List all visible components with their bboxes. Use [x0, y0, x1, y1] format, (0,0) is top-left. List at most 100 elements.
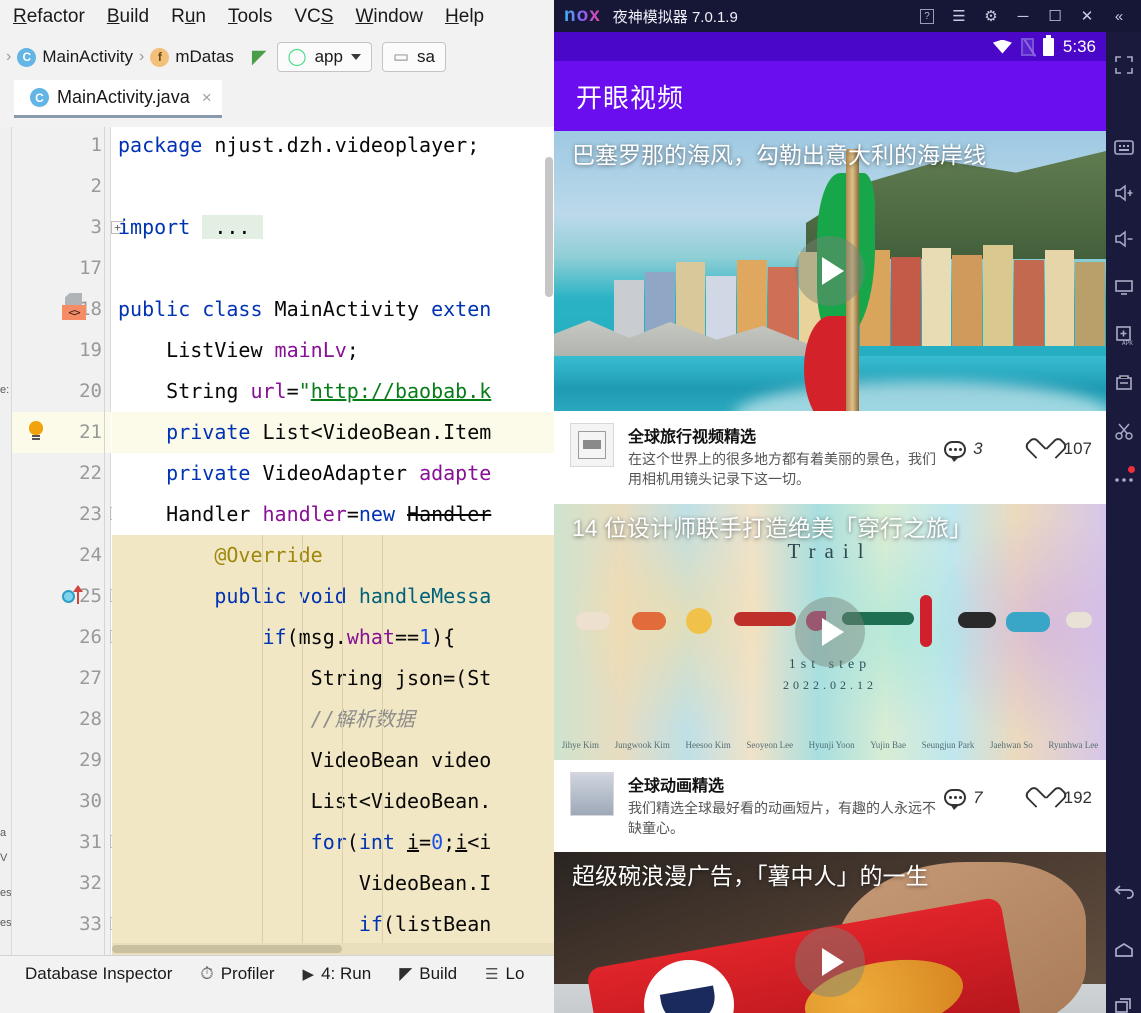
avatar[interactable]: [570, 423, 614, 467]
device-label: sa: [417, 47, 435, 66]
comment-stat[interactable]: 3: [944, 439, 983, 462]
like-stat[interactable]: 107: [1035, 439, 1092, 459]
keyboard-icon[interactable]: [1106, 132, 1141, 162]
nox-title-bar[interactable]: nox 夜神模拟器 7.0.1.9 ? ☰ ⚙ ─ ☐ ✕ «: [554, 0, 1141, 32]
play-icon[interactable]: [795, 596, 865, 667]
video-card[interactable]: 超级碗浪漫广告，「薯中人」的一生: [554, 852, 1106, 1013]
video-feed-list[interactable]: 巴塞罗那的海风，勾勒出意大利的海岸线 全球旅行视频精选 在这个世界上的很多地方都…: [554, 131, 1106, 1013]
editor-horizontal-scrollbar[interactable]: [112, 943, 554, 955]
code-text[interactable]: package njust.dzh.videoplayer; import ...…: [112, 127, 554, 955]
menu-window[interactable]: Window: [344, 6, 434, 28]
code-line[interactable]: public class MainActivity exten: [112, 289, 554, 330]
tab-mainactivity-java[interactable]: C MainActivity.java ×: [14, 80, 222, 118]
avatar[interactable]: [570, 771, 614, 816]
editor-gutter[interactable]: 1 2 3 +17 18 <> 19 20 21 22 23 24 25 26 27 28 29 30 31 32 33: [12, 127, 125, 955]
toolwindow-logcat[interactable]: ☰ Lo: [471, 964, 538, 984]
comment-icon: [944, 440, 967, 462]
indent-guide: [302, 535, 303, 945]
comment-stat[interactable]: 7: [944, 788, 983, 811]
code-line[interactable]: VideoBean.I: [112, 863, 554, 904]
video-card[interactable]: Trail 1st step 2022.02.12 Jihye Kim Jung…: [554, 503, 1106, 853]
menu-run[interactable]: Run: [160, 6, 217, 28]
fullscreen-icon[interactable]: [1106, 50, 1141, 80]
video-thumbnail[interactable]: 巴塞罗那的海风，勾勒出意大利的海岸线: [554, 131, 1106, 411]
override-method-icon[interactable]: [62, 585, 88, 608]
profiler-icon: ⏱: [200, 964, 214, 983]
toolwindow-build[interactable]: ◤ Build: [385, 964, 471, 984]
play-icon[interactable]: [795, 236, 865, 306]
volume-down-icon[interactable]: [1106, 224, 1141, 254]
minimize-icon[interactable]: ─: [1007, 0, 1039, 32]
line-number: 27: [79, 667, 102, 689]
menu-icon[interactable]: ☰: [943, 0, 975, 32]
toolwindow-database-inspector[interactable]: Database Inspector: [4, 964, 186, 984]
breadcrumb-mainactivity[interactable]: C MainActivity: [13, 47, 137, 67]
code-line[interactable]: [112, 248, 554, 289]
code-editor[interactable]: e: a V es es 1 2 3 +17 18 <> 19 20 21 22 23 24 25 26 2…: [0, 127, 554, 955]
back-icon[interactable]: [1106, 877, 1141, 907]
help-icon[interactable]: ?: [911, 0, 943, 32]
android-screen[interactable]: 5:36 开眼视频 巴塞罗那的海风，勾勒出意大利的海岸线 全球旅行视频精选 在这…: [554, 32, 1106, 1013]
like-stat[interactable]: 192: [1035, 788, 1092, 808]
video-record-icon[interactable]: [1106, 368, 1141, 398]
toolwindow-build-label: Build: [419, 964, 458, 983]
code-line[interactable]: VideoBean video: [112, 740, 554, 781]
more-icon[interactable]: [1106, 464, 1141, 494]
code-line[interactable]: import ...: [112, 207, 554, 248]
code-line[interactable]: private VideoAdapter adapte: [112, 453, 554, 494]
code-line[interactable]: String json=(St: [112, 658, 554, 699]
video-card[interactable]: 巴塞罗那的海风，勾勒出意大利的海岸线 全球旅行视频精选 在这个世界上的很多地方都…: [554, 131, 1106, 504]
code-line[interactable]: String url="http://baobab.k: [112, 371, 554, 412]
close-icon[interactable]: ✕: [1071, 0, 1103, 32]
code-line[interactable]: Handler handler=new Handler: [112, 494, 554, 535]
build-hammer-icon[interactable]: ◤: [252, 46, 267, 69]
heart-icon: [1035, 788, 1057, 808]
menu-help[interactable]: Help: [434, 6, 495, 28]
play-icon[interactable]: [795, 927, 865, 998]
maximize-icon[interactable]: ☐: [1039, 0, 1071, 32]
code-line[interactable]: for(int i=0;i<i: [112, 822, 554, 863]
close-icon[interactable]: ×: [202, 88, 212, 108]
toolwindow-run[interactable]: ▶ 4: Run: [289, 964, 386, 984]
code-line[interactable]: @Override: [112, 535, 554, 576]
code-line[interactable]: public void handleMessa: [112, 576, 554, 617]
code-line[interactable]: [112, 166, 554, 207]
screenshot-scissors-icon[interactable]: [1106, 416, 1141, 446]
recents-icon[interactable]: [1106, 990, 1141, 1013]
breadcrumb-mdatas[interactable]: f mDatas: [146, 47, 238, 67]
video-thumbnail[interactable]: Trail 1st step 2022.02.12 Jihye Kim Jung…: [554, 503, 1106, 760]
class-marker-icon[interactable]: <>: [62, 293, 88, 321]
menu-tools[interactable]: Tools: [217, 6, 283, 28]
code-line[interactable]: if(listBean: [112, 904, 554, 945]
gear-icon[interactable]: ⚙: [975, 0, 1007, 32]
display-icon[interactable]: [1106, 272, 1141, 302]
toolwindow-run-label: 4: Run: [321, 964, 372, 983]
toolwindow-profiler[interactable]: ⏱ Profiler: [186, 964, 288, 984]
poster-title: Trail: [787, 539, 873, 564]
code-line[interactable]: ListView mainLv;: [112, 330, 554, 371]
menu-vcs[interactable]: VCS: [283, 6, 344, 28]
line-number: 30: [79, 790, 102, 812]
code-line[interactable]: package njust.dzh.videoplayer;: [112, 127, 554, 166]
video-thumbnail[interactable]: 超级碗浪漫广告，「薯中人」的一生: [554, 852, 1106, 1013]
collapse-rail-icon[interactable]: «: [1103, 0, 1135, 32]
intention-bulb-icon[interactable]: [28, 421, 44, 443]
chevron-down-icon[interactable]: [350, 54, 361, 60]
editor-vertical-scrollbar[interactable]: [544, 127, 554, 955]
volume-up-icon[interactable]: [1106, 178, 1141, 208]
code-line[interactable]: private List<VideoBean.Item: [112, 412, 554, 453]
heart-icon: [1035, 439, 1057, 459]
video-stats: 7 192: [944, 772, 1092, 811]
hscroll-thumb[interactable]: [112, 945, 342, 953]
code-line[interactable]: //解析数据: [112, 699, 554, 740]
code-line[interactable]: List<VideoBean.: [112, 781, 554, 822]
device-selector[interactable]: ▭ sa: [381, 42, 446, 72]
home-icon[interactable]: [1106, 935, 1141, 965]
code-line[interactable]: if(msg.what==1){: [112, 617, 554, 658]
run-configuration-selector[interactable]: ◯ app: [276, 42, 372, 72]
install-apk-icon[interactable]: APK: [1106, 320, 1141, 350]
toolwindow-database-inspector-label: Database Inspector: [25, 964, 173, 983]
menu-refactor[interactable]: Refactor: [2, 6, 96, 28]
menu-build[interactable]: Build: [96, 6, 160, 28]
scrollbar-thumb[interactable]: [545, 157, 553, 297]
